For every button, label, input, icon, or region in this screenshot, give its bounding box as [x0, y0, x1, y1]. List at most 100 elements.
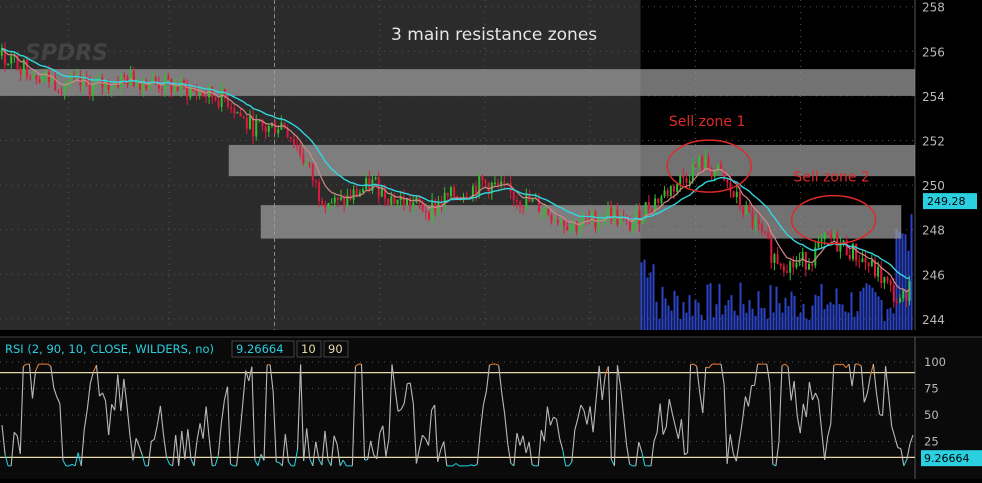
candle-body [877, 267, 879, 277]
volume-bar [692, 316, 694, 330]
volume-bar [713, 317, 715, 330]
candle-body [214, 97, 216, 100]
volume-bar [809, 320, 811, 330]
volume-bar [827, 304, 829, 330]
candle-body [726, 180, 728, 183]
volume-bar [710, 283, 712, 330]
volume-bar [788, 306, 790, 330]
candle-body [481, 176, 483, 181]
volume-bar [863, 288, 865, 330]
candle-body [792, 261, 794, 267]
candle-body [246, 118, 248, 129]
candle-body [858, 261, 860, 262]
rsi-tick-label: 75 [924, 382, 939, 396]
candle-body [635, 210, 637, 223]
candle-body [689, 181, 691, 183]
candle-body [497, 183, 499, 185]
candle-body [695, 165, 697, 166]
volume-bar [911, 214, 913, 330]
candle-body [290, 137, 292, 139]
rsi-legend-overbought: 90 [328, 342, 343, 356]
candle-body [899, 298, 901, 302]
candle-body [742, 207, 744, 214]
candle-body [189, 89, 191, 98]
volume-bar [905, 234, 907, 330]
volume-bar [818, 296, 820, 330]
volume-bar [650, 272, 652, 330]
volume-bar [752, 309, 754, 330]
volume-bar [851, 292, 853, 330]
rsi-tick-label: 100 [924, 355, 946, 369]
candle-body [318, 182, 320, 201]
resistance-zone-3 [261, 205, 902, 238]
candle-body [745, 205, 747, 214]
volume-bar [701, 315, 703, 330]
candle-body [309, 163, 311, 165]
volume-bar [884, 321, 886, 330]
volume-bar [848, 313, 850, 330]
volume-bar [767, 319, 769, 330]
chart-canvas[interactable]: SPDRS3 main resistance zonesSell zone 1S… [0, 0, 982, 479]
candle-body [751, 212, 753, 226]
candle-body [39, 79, 41, 82]
candle-body [227, 99, 229, 107]
volume-bar [665, 298, 667, 330]
watermark-text: SPDRS [25, 41, 108, 66]
candle-body [764, 231, 766, 232]
candle-body [532, 199, 534, 202]
candle-body [296, 145, 298, 146]
volume-bar [662, 287, 664, 330]
candle-body [591, 212, 593, 219]
candle-body [563, 221, 565, 226]
candle-body [651, 210, 653, 212]
candle-body [277, 129, 279, 133]
candle-body [758, 219, 760, 224]
volume-bar [833, 304, 835, 330]
candle-body [808, 264, 810, 269]
candle-body [909, 281, 911, 300]
candle-body [32, 75, 34, 78]
candle-body [883, 277, 885, 283]
candle-body [324, 204, 326, 207]
volume-bar [686, 313, 688, 330]
candle-body [865, 258, 867, 262]
candle-body [305, 163, 307, 164]
candle-body [780, 264, 782, 266]
candle-body [748, 205, 750, 212]
candle-body [447, 193, 449, 196]
candle-body [821, 239, 823, 241]
volume-bar [830, 302, 832, 330]
candle-body [334, 198, 336, 203]
candle-body [588, 218, 590, 219]
volume-bar [740, 283, 742, 330]
candle-body [57, 90, 59, 91]
candle-body [657, 198, 659, 203]
price-tick-label: 244 [922, 313, 945, 327]
candle-body [368, 178, 370, 191]
price-tick-label: 248 [922, 224, 945, 238]
candle-body [393, 196, 395, 204]
rsi-last-value: 9.26664 [924, 452, 970, 465]
volume-bar [785, 298, 787, 330]
candle-body [353, 189, 355, 199]
candle-body [714, 171, 716, 176]
candle-body [896, 302, 898, 303]
candle-body [811, 264, 813, 266]
volume-bar [737, 315, 739, 330]
rsi-tick-label: 50 [924, 408, 939, 422]
candle-body [64, 86, 66, 93]
chart-title: 3 main resistance zones [391, 25, 597, 45]
candle-body [387, 199, 389, 205]
candle-body [161, 89, 163, 90]
candle-body [390, 196, 392, 204]
volume-bar [887, 309, 889, 330]
candle-body [130, 70, 132, 84]
candle-body [516, 200, 518, 201]
candle-body [327, 203, 329, 207]
candle-body [569, 225, 571, 230]
volume-bar [776, 287, 778, 330]
volume-bar [794, 296, 796, 330]
candle-body [871, 260, 873, 266]
volume-bar [671, 311, 673, 330]
candle-body [701, 157, 703, 170]
